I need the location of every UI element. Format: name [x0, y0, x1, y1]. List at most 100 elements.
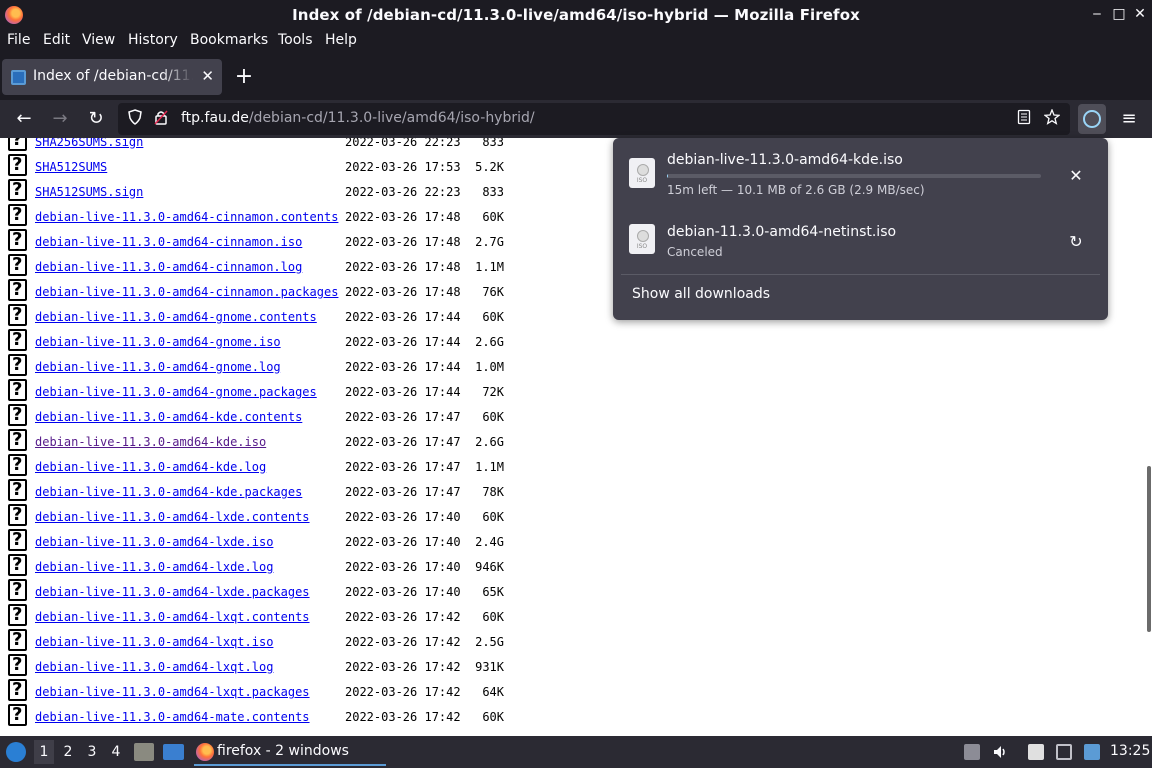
firefox-task-button[interactable]: firefox - 2 windows — [217, 743, 349, 759]
file-date: 2022-03-26 17:42 — [345, 610, 461, 624]
downloads-button[interactable] — [1078, 104, 1106, 134]
menu-file[interactable]: File — [7, 32, 30, 48]
unknown-file-icon — [8, 629, 27, 651]
network-icon[interactable] — [1056, 744, 1072, 760]
file-date: 2022-03-26 17:44 — [345, 360, 461, 374]
table-row: debian-live-11.3.0-amd64-kde.log 2022-03-… — [0, 454, 1146, 479]
reload-button[interactable]: ↻ — [83, 106, 109, 132]
file-link[interactable]: debian-live-11.3.0-amd64-lxqt.log — [35, 660, 273, 674]
download-filename: debian-live-11.3.0-amd64-kde.iso — [667, 152, 903, 168]
file-size: 833 — [482, 185, 504, 199]
tracking-protection-shield-icon[interactable] — [125, 109, 145, 129]
menu-history[interactable]: History — [128, 32, 178, 48]
table-row: debian-live-11.3.0-amd64-kde.contents 202… — [0, 404, 1146, 429]
unknown-file-icon — [8, 504, 27, 526]
show-desktop-icon[interactable] — [163, 744, 184, 760]
file-size: 72K — [482, 385, 504, 399]
insecure-lock-icon[interactable] — [151, 109, 171, 129]
menu-edit[interactable]: Edit — [43, 32, 70, 48]
downloads-panel: debian-live-11.3.0-amd64-kde.iso 15m lef… — [613, 138, 1108, 320]
close-window-button[interactable]: ✕ — [1131, 5, 1149, 23]
file-link[interactable]: SHA512SUMS.sign — [35, 185, 143, 199]
file-date: 2022-03-26 22:23 — [345, 138, 461, 149]
notifications-icon[interactable] — [1084, 744, 1100, 760]
show-all-downloads-button[interactable]: Show all downloads — [632, 286, 770, 302]
file-link[interactable]: debian-live-11.3.0-amd64-lxqt.contents — [35, 610, 310, 624]
file-link[interactable]: debian-live-11.3.0-amd64-kde.iso — [35, 435, 266, 449]
download-progress-fill — [667, 174, 669, 178]
file-link[interactable]: SHA256SUMS.sign — [35, 138, 143, 149]
file-link[interactable]: debian-live-11.3.0-amd64-lxde.log — [35, 560, 273, 574]
file-link[interactable]: debian-live-11.3.0-amd64-cinnamon.packag… — [35, 285, 338, 299]
download-item-kde-iso[interactable]: debian-live-11.3.0-amd64-kde.iso 15m lef… — [621, 144, 1100, 208]
minimize-button[interactable]: ‒ — [1088, 5, 1106, 23]
tab-index-listing[interactable]: Index of /debian-cd/11.3.0-live/amd64/is… — [2, 59, 222, 95]
table-row: debian-live-11.3.0-amd64-kde.packages 202… — [0, 479, 1146, 504]
scrollbar-thumb[interactable] — [1147, 466, 1151, 632]
file-link[interactable]: debian-live-11.3.0-amd64-gnome.iso — [35, 335, 281, 349]
volume-icon[interactable] — [992, 744, 1008, 760]
file-link[interactable]: debian-live-11.3.0-amd64-cinnamon.log — [35, 260, 302, 274]
file-date: 2022-03-26 17:44 — [345, 335, 461, 349]
file-link[interactable]: debian-live-11.3.0-amd64-lxde.packages — [35, 585, 310, 599]
download-status: Canceled — [667, 245, 723, 259]
workspace-2[interactable]: 2 — [58, 740, 78, 764]
forward-button[interactable]: → — [47, 106, 73, 132]
address-bar[interactable]: ftp.fau.de/debian-cd/11.3.0-live/amd64/i… — [118, 103, 1070, 135]
file-date: 2022-03-26 17:40 — [345, 585, 461, 599]
file-date: 2022-03-26 17:42 — [345, 710, 461, 724]
workspace-4[interactable]: 4 — [106, 740, 126, 764]
file-link[interactable]: debian-live-11.3.0-amd64-gnome.log — [35, 360, 281, 374]
url-text[interactable]: ftp.fau.de/debian-cd/11.3.0-live/amd64/i… — [181, 110, 535, 126]
tab-close-icon[interactable]: ✕ — [201, 67, 214, 85]
file-link[interactable]: debian-live-11.3.0-amd64-cinnamon.iso — [35, 235, 302, 249]
file-link[interactable]: debian-live-11.3.0-amd64-cinnamon.conten… — [35, 210, 338, 224]
file-link[interactable]: debian-live-11.3.0-amd64-lxde.contents — [35, 510, 310, 524]
file-link[interactable]: debian-live-11.3.0-amd64-mate.contents — [35, 710, 310, 724]
file-date: 2022-03-26 17:40 — [345, 510, 461, 524]
workspace-3[interactable]: 3 — [82, 740, 102, 764]
table-row: debian-live-11.3.0-amd64-gnome.packages 2… — [0, 379, 1146, 404]
file-size: 60K — [482, 510, 504, 524]
file-link[interactable]: SHA512SUMS — [35, 160, 107, 174]
download-item-netinst-iso[interactable]: debian-11.3.0-amd64-netinst.iso Canceled… — [621, 210, 1100, 274]
file-manager-icon[interactable] — [134, 743, 154, 761]
page-scrollbar[interactable] — [1146, 138, 1152, 736]
file-link[interactable]: debian-live-11.3.0-amd64-lxqt.packages — [35, 685, 310, 699]
file-link[interactable]: debian-live-11.3.0-amd64-kde.log — [35, 460, 266, 474]
file-date: 2022-03-26 17:47 — [345, 410, 461, 424]
reader-view-icon[interactable] — [1014, 109, 1034, 129]
file-link[interactable]: debian-live-11.3.0-amd64-lxqt.iso — [35, 635, 273, 649]
bookmark-star-icon[interactable] — [1042, 108, 1062, 129]
unknown-file-icon — [8, 204, 27, 226]
file-link[interactable]: debian-live-11.3.0-amd64-kde.packages — [35, 485, 302, 499]
file-link[interactable]: debian-live-11.3.0-amd64-kde.contents — [35, 410, 302, 424]
app-launcher-icon[interactable] — [6, 742, 26, 762]
tab-bar: Index of /debian-cd/11.3.0-live/amd64/is… — [0, 54, 1152, 100]
file-date: 2022-03-26 17:48 — [345, 210, 461, 224]
file-link[interactable]: debian-live-11.3.0-amd64-gnome.contents — [35, 310, 317, 324]
maximize-button[interactable]: □ — [1110, 5, 1128, 23]
menu-bookmarks[interactable]: Bookmarks — [190, 32, 268, 48]
back-button[interactable]: ← — [11, 106, 37, 132]
retry-download-button[interactable]: ↻ — [1064, 230, 1088, 254]
unknown-file-icon — [8, 254, 27, 276]
tray-app-icon[interactable] — [964, 744, 980, 760]
table-row: debian-live-11.3.0-amd64-lxde.log 2022-03… — [0, 554, 1146, 579]
cancel-download-button[interactable]: ✕ — [1064, 164, 1088, 188]
unknown-file-icon — [8, 579, 27, 601]
file-link[interactable]: debian-live-11.3.0-amd64-lxde.iso — [35, 535, 273, 549]
menu-view[interactable]: View — [82, 32, 115, 48]
menu-help[interactable]: Help — [325, 32, 357, 48]
new-tab-button[interactable]: + — [233, 62, 255, 92]
file-size: 2.4G — [475, 535, 504, 549]
file-size: 2.5G — [475, 635, 504, 649]
unknown-file-icon — [8, 529, 27, 551]
file-link[interactable]: debian-live-11.3.0-amd64-gnome.packages — [35, 385, 317, 399]
app-menu-button[interactable]: ≡ — [1118, 106, 1140, 132]
workspace-1[interactable]: 1 — [34, 740, 54, 764]
file-date: 2022-03-26 17:42 — [345, 660, 461, 674]
menu-tools[interactable]: Tools — [278, 32, 313, 48]
clipboard-icon[interactable] — [1028, 744, 1044, 760]
file-size: 60K — [482, 310, 504, 324]
